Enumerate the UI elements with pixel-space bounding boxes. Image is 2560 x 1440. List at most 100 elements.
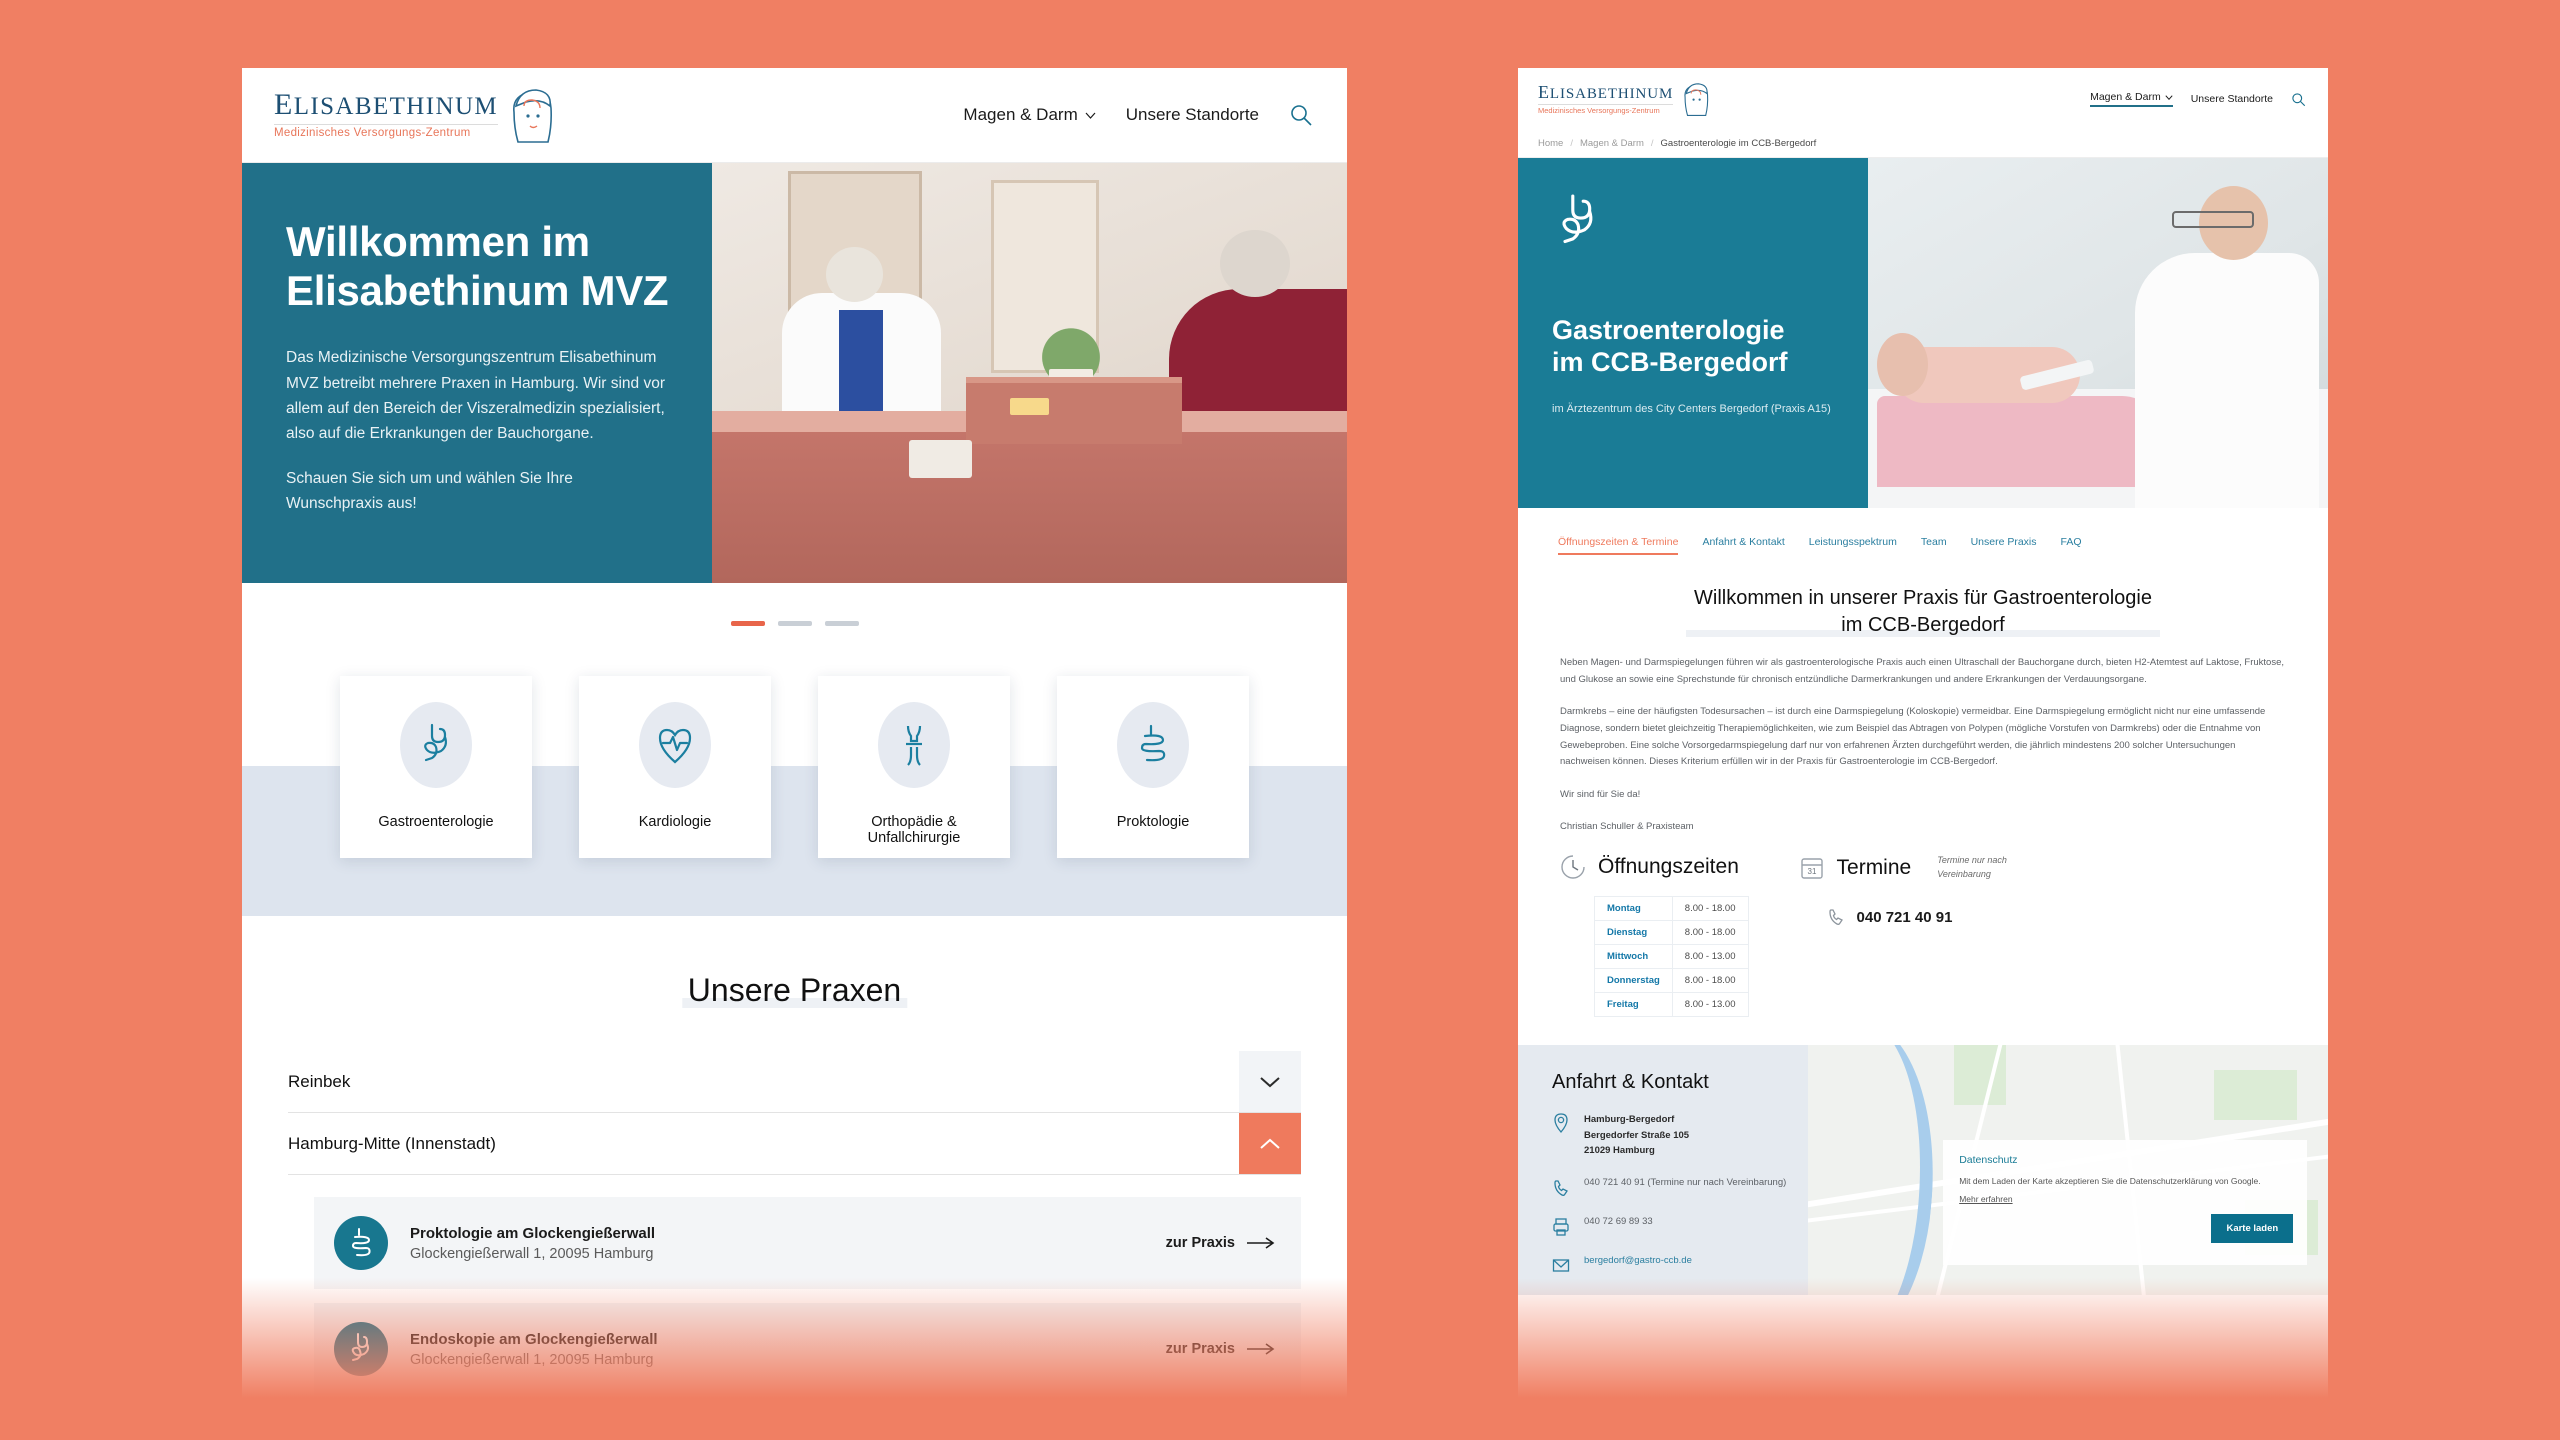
map-placeholder[interactable]: Datenschutz Mit dem Laden der Karte akze… bbox=[1808, 1045, 2328, 1295]
load-map-button[interactable]: Karte laden bbox=[2211, 1214, 2294, 1243]
contact-email-row[interactable]: bergedorf@gastro-ccb.de bbox=[1552, 1255, 1808, 1276]
phone-icon bbox=[1554, 1180, 1568, 1196]
hours-day: Freitag bbox=[1594, 992, 1673, 1017]
specialty-card-kardiologie[interactable]: Kardiologie bbox=[579, 676, 771, 858]
list-item[interactable]: Proktologie am Glockengießerwall Glocken… bbox=[314, 1197, 1301, 1289]
hero-title-line2: im CCB-Bergedorf bbox=[1552, 347, 1788, 378]
accordion-toggle-hamburg-mitte[interactable] bbox=[1239, 1113, 1301, 1174]
practice-hero: Gastroenterologie im CCB-Bergedorf im Är… bbox=[1518, 158, 2328, 508]
logo-rest: LISABETHINUM bbox=[1549, 86, 1674, 103]
hero-title: Willkommen im Elisabethinum MVZ bbox=[286, 218, 670, 315]
breadcrumb-item-home[interactable]: Home bbox=[1538, 138, 1563, 149]
specialty-card-label: Gastroenterologie bbox=[378, 814, 494, 830]
content-heading-line2: im CCB-Bergedorf bbox=[1841, 614, 2005, 636]
specialty-card-orthopaedie[interactable]: Orthopädie & Unfallchirurgie bbox=[818, 676, 1010, 858]
intestine-icon bbox=[351, 1228, 371, 1257]
stomach-icon bbox=[1562, 194, 1593, 244]
bone-joint-icon bbox=[906, 725, 922, 766]
practice-content: Willkommen in unserer Praxis für Gastroe… bbox=[1518, 555, 2328, 836]
nav-item-label: Unsere Standorte bbox=[2190, 93, 2273, 105]
hero-paragraph-2: Schauen Sie sich um und wählen Sie Ihre … bbox=[286, 469, 573, 512]
privacy-more-link[interactable]: Mehr erfahren bbox=[1959, 1194, 2012, 1204]
accordion-label: Reinbek bbox=[288, 1071, 351, 1091]
site-header: ELISABETHINUM Medizinisches Versorgungs-… bbox=[242, 68, 1347, 163]
chevron-down-icon bbox=[2165, 94, 2173, 100]
appointments-phone-row[interactable]: 040 721 40 91 bbox=[1827, 907, 2028, 927]
specialty-card-proktologie[interactable]: Proktologie bbox=[1057, 676, 1249, 858]
tab-leistungsspektrum[interactable]: Leistungsspektrum bbox=[1809, 536, 1897, 555]
practice-cta-label: zur Praxis bbox=[1165, 1235, 1235, 1251]
hours-day: Dienstag bbox=[1594, 920, 1673, 945]
contact-section: Anfahrt & Kontakt Hamburg-Bergedorf Berg… bbox=[1518, 1045, 2328, 1295]
accordion-row-reinbek[interactable]: Reinbek bbox=[288, 1051, 1301, 1113]
hero-subtitle: im Ärztezentrum des City Centers Bergedo… bbox=[1552, 402, 1831, 415]
chevron-down-icon bbox=[1085, 112, 1096, 119]
breadcrumb-separator: / bbox=[1650, 138, 1654, 149]
table-row: Montag 8.00 - 18.00 bbox=[1594, 896, 1749, 921]
hero-section: Willkommen im Elisabethinum MVZ Das Medi… bbox=[242, 163, 1347, 583]
contact-phone: 040 721 40 91 (Termine nur nach Vereinba… bbox=[1584, 1177, 1787, 1189]
hero-paragraph-1: Das Medizinische Versorgungszentrum Elis… bbox=[286, 349, 666, 442]
accordion-row-hamburg-mitte[interactable]: Hamburg-Mitte (Innenstadt) bbox=[288, 1113, 1301, 1175]
nav-item-standorte[interactable]: Unsere Standorte bbox=[2191, 93, 2273, 105]
contact-phone-row[interactable]: 040 721 40 91 (Termine nur nach Vereinba… bbox=[1552, 1177, 1808, 1198]
practices-section: Unsere Praxen Reinbek Hamburg-Mitte (Inn… bbox=[242, 916, 1347, 1395]
chevron-down-icon bbox=[1260, 1076, 1280, 1087]
printer-icon bbox=[1553, 1218, 1569, 1236]
contact-fax-row: 040 72 69 89 33 bbox=[1552, 1216, 1808, 1237]
table-row: Freitag 8.00 - 13.00 bbox=[1594, 992, 1749, 1017]
nav-item-magen-darm[interactable]: Magen & Darm bbox=[963, 105, 1096, 125]
contact-email[interactable]: bergedorf@gastro-ccb.de bbox=[1584, 1255, 1692, 1266]
list-item[interactable]: Endoskopie am Glockengießerwall Glockeng… bbox=[314, 1303, 1301, 1395]
main-navigation: Magen & Darm Unsere Standorte bbox=[2090, 91, 2306, 107]
contact-address-line1: Hamburg-Bergedorf bbox=[1584, 1114, 1675, 1125]
nav-item-label: Magen & Darm bbox=[963, 105, 1078, 124]
specialty-card-gastroenterologie[interactable]: Gastroenterologie bbox=[340, 676, 532, 858]
contact-title: Anfahrt & Kontakt bbox=[1546, 1071, 1715, 1093]
practice-cta-link[interactable]: zur Praxis bbox=[1166, 1341, 1275, 1357]
appointments-block: 31 Termine Termine nur nach Vereinbarung… bbox=[1799, 854, 2028, 1017]
logo-lead-letter: E bbox=[1538, 82, 1550, 103]
privacy-title: Datenschutz bbox=[1959, 1154, 2018, 1166]
practice-cta-link[interactable]: zur Praxis bbox=[1166, 1235, 1275, 1251]
tab-anfahrt[interactable]: Anfahrt & Kontakt bbox=[1702, 536, 1784, 555]
specialty-card-label: Orthopädie & Unfallchirurgie bbox=[867, 814, 961, 846]
hours-day: Mittwoch bbox=[1594, 944, 1673, 969]
nav-item-magen-darm[interactable]: Magen & Darm bbox=[2090, 91, 2173, 107]
breadcrumb: Home / Magen & Darm / Gastroenterologie … bbox=[1518, 130, 2328, 158]
opening-hours-title: Öffnungszeiten bbox=[1593, 855, 1744, 878]
search-icon[interactable] bbox=[1289, 103, 1313, 127]
content-heading-line1: Willkommen in unserer Praxis für Gastroe… bbox=[1694, 587, 2152, 609]
contact-address-line3: 21029 Hamburg bbox=[1584, 1145, 1655, 1157]
tab-unsere-praxis[interactable]: Unsere Praxis bbox=[1971, 536, 2037, 555]
breadcrumb-item-magen-darm[interactable]: Magen & Darm bbox=[1580, 138, 1644, 149]
specialty-card-label: Kardiologie bbox=[638, 814, 712, 830]
hours-time: 8.00 - 13.00 bbox=[1672, 944, 1749, 969]
hours-day: Donnerstag bbox=[1594, 968, 1673, 993]
appointments-phone-number: 040 721 40 91 bbox=[1856, 908, 1953, 926]
specialty-icon-wrap bbox=[878, 702, 950, 788]
opening-hours-table: Montag 8.00 - 18.00 Dienstag 8.00 - 18.0… bbox=[1594, 896, 1749, 1017]
search-icon[interactable] bbox=[2291, 92, 2306, 107]
clock-icon bbox=[1561, 855, 1585, 879]
tab-faq[interactable]: FAQ bbox=[2061, 536, 2082, 555]
logo-tagline: Medizinisches Versorgungs-Zentrum bbox=[274, 124, 499, 140]
main-navigation: Magen & Darm Unsere Standorte bbox=[963, 103, 1313, 127]
site-header: ELISABETHINUM Medizinisches Versorgungs-… bbox=[1518, 68, 2328, 130]
practice-address: Glockengießerwall 1, 20095 Hamburg bbox=[410, 1351, 654, 1368]
nav-item-standorte[interactable]: Unsere Standorte bbox=[1126, 105, 1259, 125]
privacy-consent-box: Datenschutz Mit dem Laden der Karte akze… bbox=[1943, 1140, 2308, 1265]
appointments-note: Termine nur nach Vereinbarung bbox=[1937, 855, 2007, 879]
tab-team[interactable]: Team bbox=[1921, 536, 1947, 555]
site-logo[interactable]: ELISABETHINUM Medizinisches Versorgungs-… bbox=[1538, 80, 1713, 118]
accordion-toggle-reinbek[interactable] bbox=[1239, 1051, 1301, 1112]
tab-oeffnungszeiten[interactable]: Öffnungszeiten & Termine bbox=[1558, 536, 1679, 555]
logo-tagline: Medizinisches Versorgungs-Zentrum bbox=[1538, 104, 1674, 115]
hero-photo-reception bbox=[712, 163, 1347, 583]
hours-and-appointments: Öffnungszeiten Montag 8.00 - 18.00 Diens… bbox=[1518, 836, 2328, 1017]
hero-title-line1: Gastroenterologie bbox=[1552, 315, 1785, 345]
practice-name: Proktologie am Glockengießerwall bbox=[410, 1224, 656, 1242]
site-logo[interactable]: ELISABETHINUM Medizinisches Versorgungs-… bbox=[274, 84, 560, 146]
hours-time: 8.00 - 18.00 bbox=[1672, 896, 1749, 921]
carousel-pagination[interactable] bbox=[242, 583, 1347, 626]
